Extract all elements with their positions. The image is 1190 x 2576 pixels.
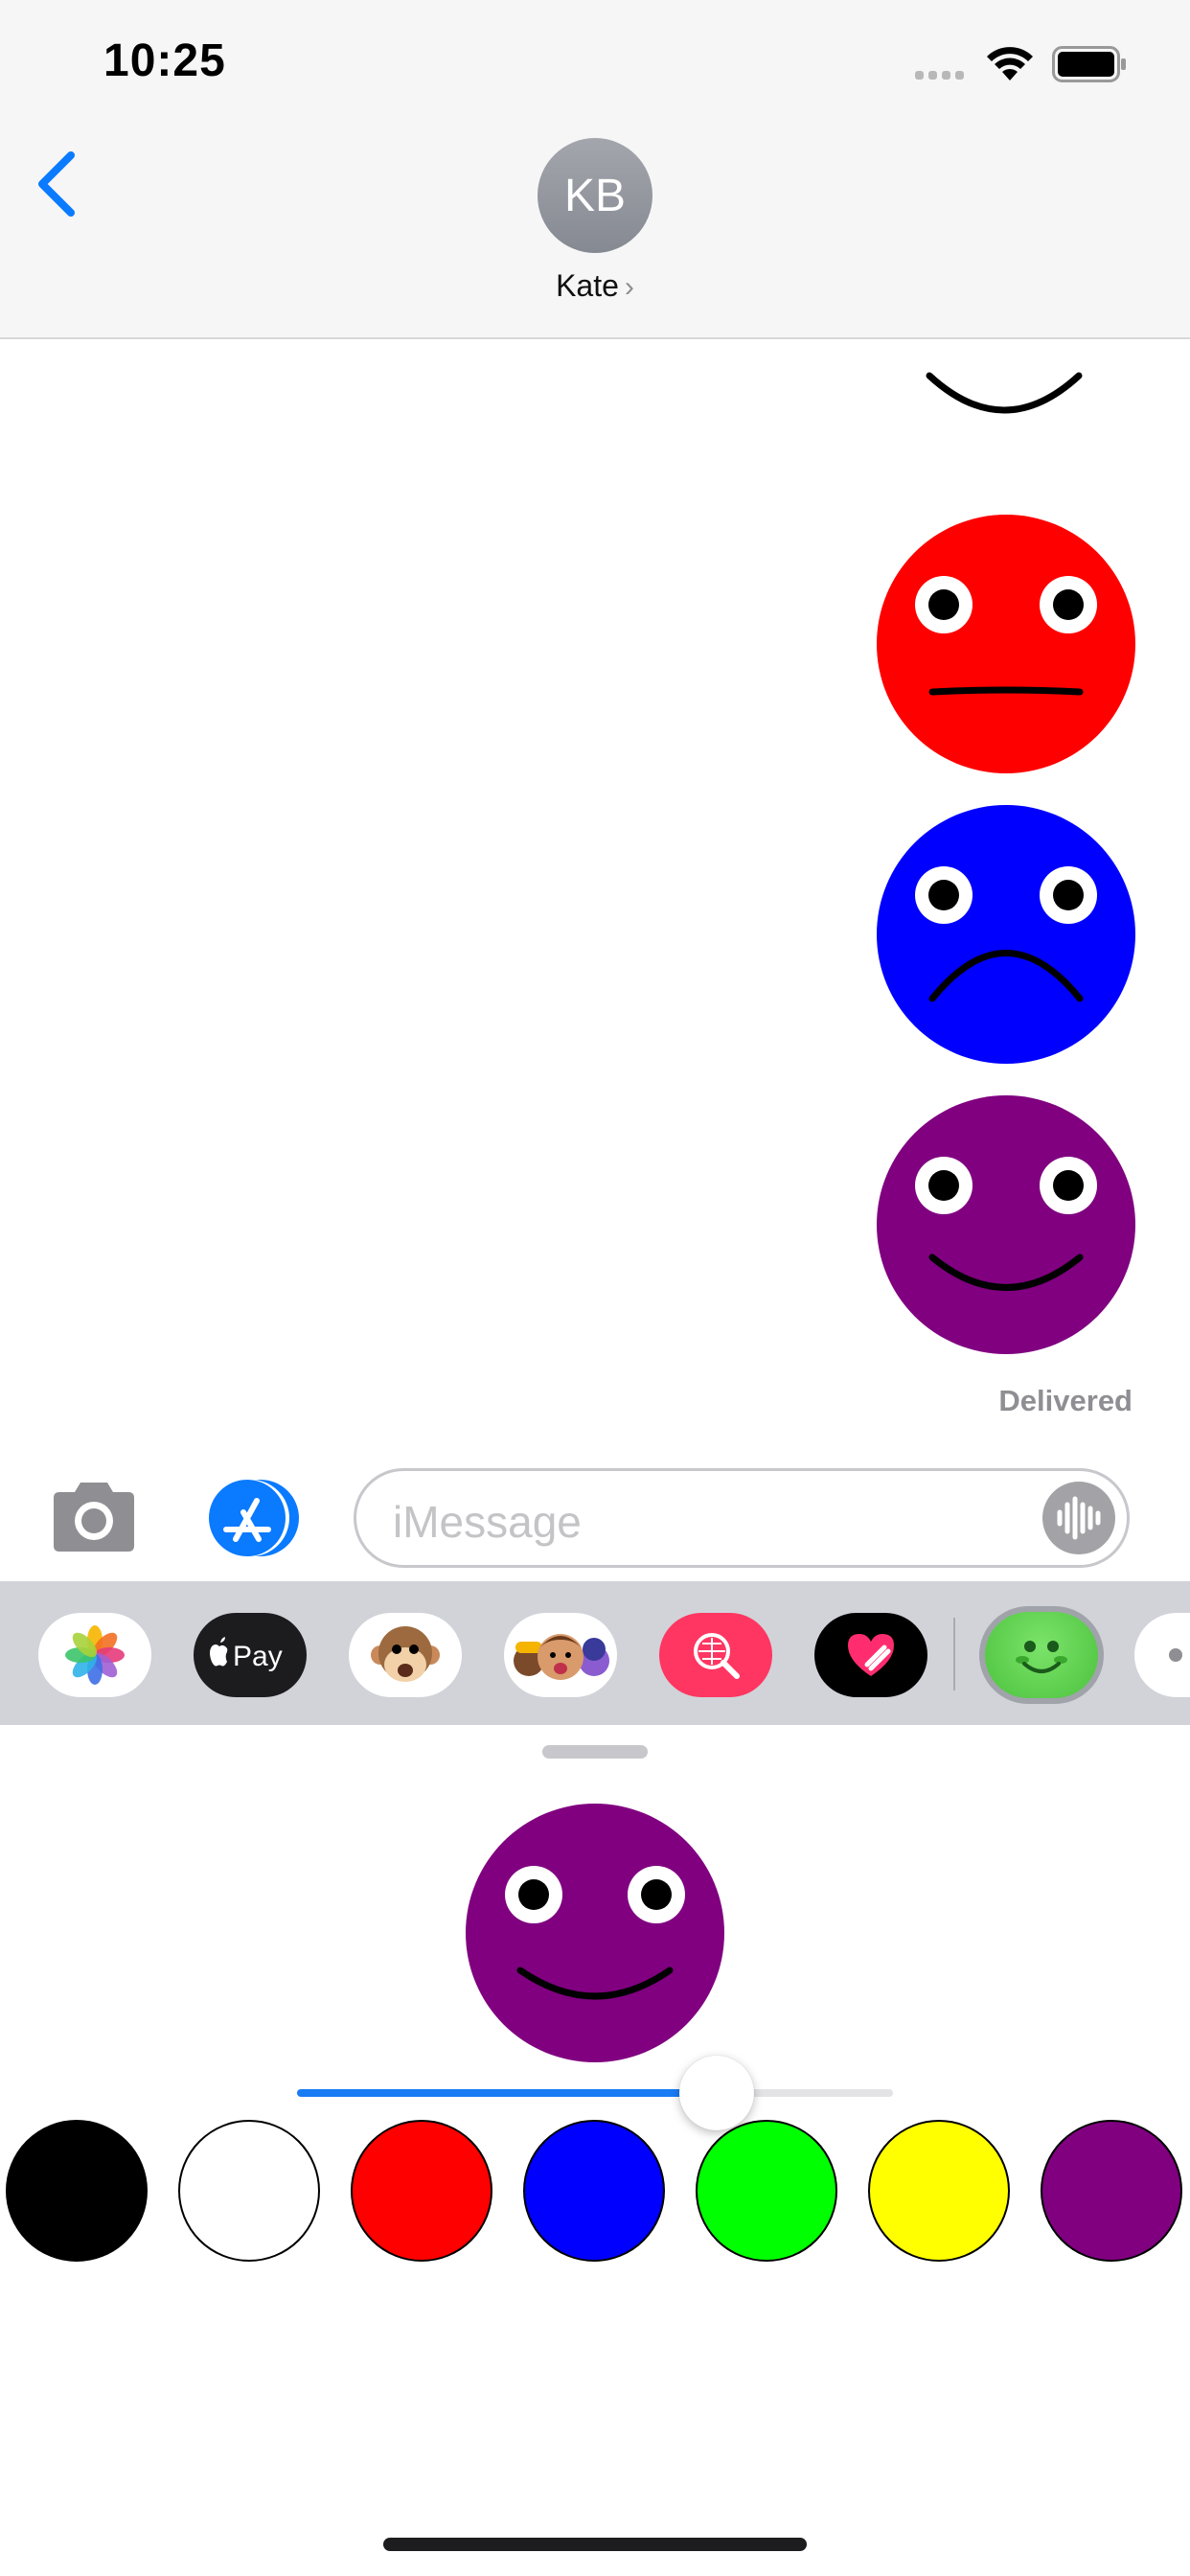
color-swatch-red[interactable]	[351, 2120, 492, 2262]
sticker-face	[877, 1095, 1135, 1354]
chevron-right-icon: ›	[624, 271, 634, 303]
image-search-app-icon[interactable]	[659, 1613, 772, 1697]
color-swatch-green[interactable]	[696, 2120, 837, 2262]
red-neutral-sticker[interactable]	[874, 512, 1138, 776]
preview-face	[466, 1804, 724, 2062]
sticker-face	[877, 805, 1135, 1064]
smiley-preview[interactable]	[464, 1802, 726, 2064]
wifi-icon	[987, 47, 1033, 80]
color-swatch-blue[interactable]	[523, 2120, 665, 2262]
back-button[interactable]	[29, 146, 86, 222]
contact-name: Kate	[556, 268, 619, 303]
drawer-divider	[953, 1618, 955, 1690]
blue-frown-sticker[interactable]	[874, 802, 1138, 1067]
color-swatch-white[interactable]	[178, 2120, 320, 2262]
animoji-app-icon[interactable]	[349, 1613, 462, 1697]
delivery-status: Delivered	[998, 1384, 1133, 1417]
color-swatch-yellow[interactable]	[868, 2120, 1010, 2262]
contact-avatar[interactable]: KB	[538, 138, 652, 253]
mood-slider-thumb[interactable]	[679, 2056, 754, 2130]
svg-text:Pay: Pay	[233, 1641, 283, 1672]
battery-icon	[1052, 46, 1126, 82]
panel-grabber[interactable]	[542, 1745, 648, 1759]
apple-pay-app-icon[interactable]: Pay	[194, 1613, 307, 1697]
sticker-face	[877, 515, 1135, 773]
smiley-app-icon[interactable]	[979, 1606, 1104, 1704]
chevron-left-icon	[38, 151, 75, 217]
memoji-app-icon[interactable]	[504, 1613, 617, 1697]
app-store-button[interactable]	[201, 1478, 305, 1558]
audio-waveform-icon	[1057, 1496, 1101, 1540]
purple-smile-sticker[interactable]	[874, 1092, 1138, 1357]
status-time: 10:25	[103, 35, 226, 86]
partial-smile-sticker[interactable]	[920, 337, 1121, 443]
digital-touch-app-icon[interactable]	[814, 1613, 927, 1697]
mood-slider-fill	[297, 2089, 716, 2097]
signal-dots-icon	[915, 67, 969, 80]
audio-record-button[interactable]	[1042, 1482, 1115, 1554]
color-swatch-purple[interactable]	[1041, 2120, 1182, 2262]
message-input[interactable]: iMessage	[354, 1468, 1130, 1568]
home-indicator[interactable]	[383, 2538, 807, 2551]
message-placeholder: iMessage	[393, 1497, 582, 1547]
photos-app-icon[interactable]	[38, 1613, 151, 1697]
contact-name-link[interactable]: Kate ›	[498, 268, 692, 304]
camera-button[interactable]	[48, 1481, 140, 1553]
color-swatch-black[interactable]	[6, 2120, 148, 2262]
